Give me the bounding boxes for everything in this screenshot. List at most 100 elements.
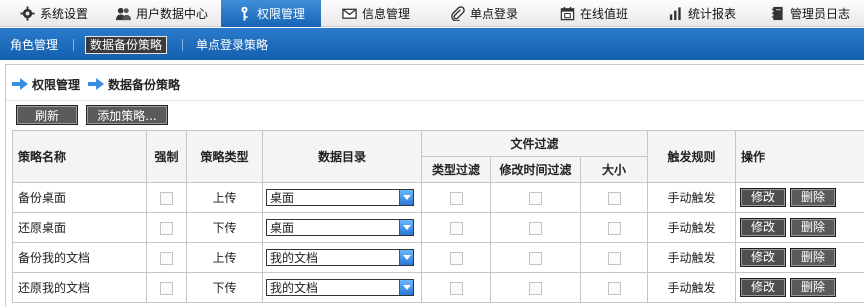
- tab-user-data-center[interactable]: 用户数据中心: [104, 0, 220, 27]
- directory-select[interactable]: 桌面: [266, 189, 414, 206]
- tab-label: 用户数据中心: [135, 7, 208, 21]
- tab-permission-management[interactable]: 权限管理: [221, 0, 321, 27]
- tab-online-duty[interactable]: 在线值班: [548, 0, 640, 27]
- force-checkbox[interactable]: [160, 251, 173, 265]
- force-checkbox[interactable]: [160, 191, 173, 205]
- delete-button[interactable]: 删除: [790, 278, 837, 297]
- directory-select[interactable]: 我的文档: [266, 249, 414, 266]
- trigger-cell: 手动触发: [647, 212, 737, 243]
- size-filter-cell: [579, 242, 649, 273]
- type-filter-checkbox[interactable]: [449, 281, 463, 295]
- directory-select[interactable]: 桌面: [266, 219, 414, 236]
- divider: [6, 100, 864, 101]
- size-filter-checkbox[interactable]: [607, 281, 621, 295]
- subnav-label: 单点登录策略: [196, 38, 269, 52]
- edit-button[interactable]: 修改: [740, 218, 787, 237]
- edit-button[interactable]: 修改: [740, 188, 787, 207]
- directory-select-value: 桌面: [270, 191, 295, 205]
- tab-label: 系统设置: [39, 7, 88, 21]
- directory-select-value: 我的文档: [270, 281, 319, 295]
- edit-button[interactable]: 修改: [740, 248, 787, 267]
- chevron-down-icon[interactable]: [399, 220, 413, 235]
- users-icon: [115, 7, 131, 21]
- time-filter-checkbox[interactable]: [529, 191, 542, 205]
- table-row: 备份桌面 上传 桌面 手动触发 修改 删除: [12, 182, 864, 213]
- sub-navigation: 角色管理 数据备份策略 单点登录策略: [0, 28, 864, 60]
- tab-statistics-report[interactable]: 统计报表: [656, 0, 748, 27]
- trigger-cell: 手动触发: [647, 242, 737, 273]
- policy-table: 策略名称 强制 策略类型 数据目录 文件过滤 触发规则 操作 类型过滤 修改时间…: [12, 130, 864, 303]
- time-filter-cell: [490, 242, 581, 273]
- refresh-button[interactable]: 刷新: [16, 105, 78, 125]
- chevron-down-icon[interactable]: [399, 190, 413, 205]
- directory-cell: 桌面: [262, 182, 422, 213]
- arrow-right-icon: [12, 78, 28, 90]
- column-header-size: 大小: [579, 156, 649, 183]
- subnav-item-sso-policy[interactable]: 单点登录策略: [196, 36, 268, 54]
- action-cell: 修改 删除: [735, 242, 864, 273]
- tab-label: 统计报表: [687, 7, 736, 21]
- type-filter-checkbox[interactable]: [449, 221, 463, 235]
- column-header-name: 策略名称: [12, 130, 147, 183]
- delete-button[interactable]: 删除: [790, 218, 837, 237]
- force-checkbox[interactable]: [160, 221, 173, 235]
- delete-button[interactable]: 删除: [790, 188, 837, 207]
- delete-button[interactable]: 删除: [790, 248, 837, 267]
- policy-name-cell: 还原桌面: [12, 212, 147, 243]
- column-header-trigger: 触发规则: [647, 130, 737, 183]
- edit-button[interactable]: 修改: [740, 278, 787, 297]
- top-navigation: 系统设置 用户数据中心 权限管理 信息管理 单点登录 在线值班 统计报表 管理员…: [0, 0, 864, 27]
- chevron-down-icon[interactable]: [399, 250, 413, 265]
- gear-icon: [20, 6, 35, 21]
- policy-type-cell: 上传: [186, 182, 263, 213]
- size-filter-checkbox[interactable]: [607, 191, 621, 205]
- time-filter-checkbox[interactable]: [529, 251, 542, 265]
- toolbar: 刷新 添加策略...: [16, 105, 168, 129]
- type-filter-cell: [421, 212, 491, 243]
- subnav-item-data-backup-policy[interactable]: 数据备份策略: [85, 36, 168, 54]
- tab-system-settings[interactable]: 系统设置: [4, 0, 104, 27]
- column-header-file-filter: 文件过滤: [420, 130, 649, 157]
- content-panel: 权限管理 数据备份策略 刷新 添加策略... 策略名称 强制 策略类型 数据目录…: [5, 64, 864, 307]
- tab-label: 信息管理: [361, 7, 410, 21]
- breadcrumb: 权限管理 数据备份策略: [12, 75, 180, 93]
- size-filter-checkbox[interactable]: [607, 221, 621, 235]
- action-cell: 修改 删除: [735, 182, 864, 213]
- size-filter-checkbox[interactable]: [607, 251, 621, 265]
- force-checkbox[interactable]: [160, 281, 173, 295]
- time-filter-cell: [490, 182, 581, 213]
- time-filter-checkbox[interactable]: [529, 281, 542, 295]
- tab-info-management[interactable]: 信息管理: [330, 0, 422, 27]
- size-filter-cell: [579, 182, 649, 213]
- time-filter-cell: [490, 272, 581, 303]
- force-cell: [146, 212, 187, 243]
- subnav-item-role-management[interactable]: 角色管理: [10, 36, 58, 54]
- directory-select[interactable]: 我的文档: [266, 279, 414, 296]
- time-filter-checkbox[interactable]: [529, 221, 542, 235]
- type-filter-checkbox[interactable]: [449, 251, 463, 265]
- tab-admin-log[interactable]: 管理员日志: [760, 0, 860, 27]
- directory-cell: 桌面: [262, 212, 422, 243]
- directory-select-value: 我的文档: [270, 251, 319, 265]
- subnav-divider: [182, 39, 183, 51]
- bar-chart-icon: [669, 7, 681, 21]
- size-filter-cell: [579, 272, 649, 303]
- type-filter-checkbox[interactable]: [449, 191, 463, 205]
- add-policy-button[interactable]: 添加策略...: [86, 105, 168, 125]
- table-header-row: 策略名称 强制 策略类型 数据目录 文件过滤 触发规则 操作: [12, 130, 864, 183]
- table-row: 还原桌面 下传 桌面 手动触发 修改 删除: [12, 212, 864, 243]
- breadcrumb-level2: 数据备份策略: [108, 77, 181, 92]
- chevron-down-icon[interactable]: [399, 280, 413, 295]
- column-header-time-filter: 修改时间过滤: [490, 156, 581, 183]
- tab-single-sign-on[interactable]: 单点登录: [438, 0, 530, 27]
- subnav-divider: [73, 39, 74, 51]
- tab-label: 单点登录: [469, 7, 518, 21]
- type-filter-cell: [421, 242, 491, 273]
- breadcrumb-level1[interactable]: 权限管理: [32, 76, 80, 93]
- arrow-right-icon: [88, 78, 105, 90]
- subnav-label: 角色管理: [10, 38, 59, 52]
- force-cell: [146, 272, 187, 303]
- action-cell: 修改 删除: [735, 272, 864, 303]
- subnav-label: 数据备份策略: [90, 38, 163, 52]
- tab-label: 管理员日志: [789, 7, 850, 21]
